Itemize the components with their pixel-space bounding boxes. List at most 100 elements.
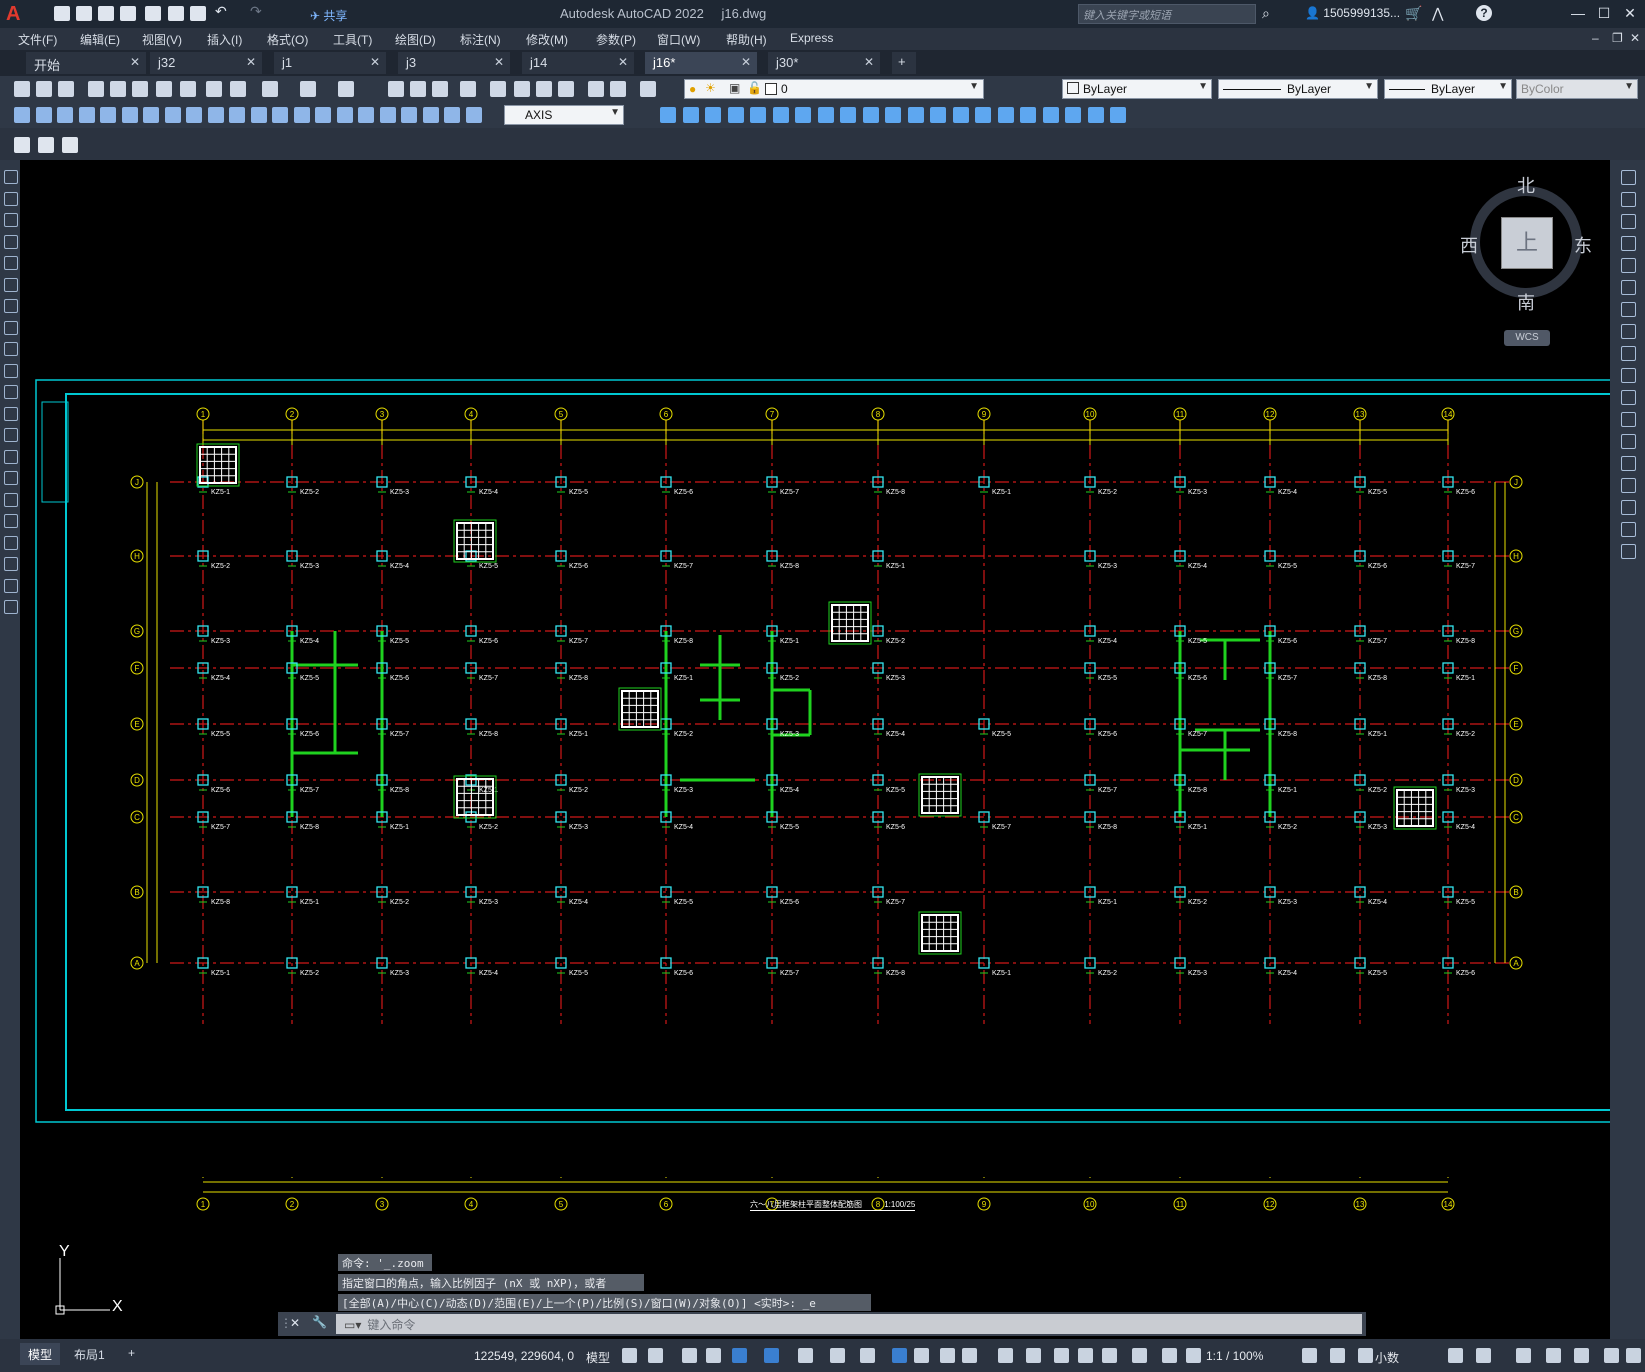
compass-south[interactable]: 南	[1517, 289, 1535, 315]
3d-osnap-icon[interactable]	[962, 1348, 977, 1363]
insert-block-icon[interactable]	[4, 406, 18, 421]
move-icon[interactable]	[660, 107, 676, 123]
radius-dim-icon[interactable]	[100, 107, 116, 123]
ungroup-icon[interactable]	[1065, 107, 1081, 123]
fillet-icon[interactable]	[975, 107, 991, 123]
zoom-window-icon[interactable]	[432, 81, 448, 97]
jogged-linear-icon[interactable]	[358, 107, 374, 123]
tab-j1[interactable]: j1 ✕	[274, 52, 386, 74]
baseline-dim-icon[interactable]	[207, 107, 224, 123]
tab-j3[interactable]: j3 ✕	[398, 52, 510, 74]
units-dropdown[interactable]: 小数	[1375, 1349, 1399, 1366]
lock-ui-icon[interactable]	[1358, 1348, 1373, 1363]
grid-icon[interactable]	[1574, 1348, 1589, 1363]
explode-icon[interactable]	[997, 107, 1014, 123]
mirror-icon[interactable]	[1621, 214, 1636, 229]
user-account[interactable]: 👤 1505999135...	[1305, 6, 1400, 20]
dim-style-icon[interactable]	[444, 107, 460, 123]
dim-space-icon[interactable]	[250, 107, 267, 123]
export-icon[interactable]	[168, 6, 184, 21]
blend-icon[interactable]	[1621, 522, 1636, 537]
isodraft-icon[interactable]	[798, 1348, 813, 1363]
doc-minimize-button[interactable]: –	[1592, 31, 1599, 45]
paste-icon[interactable]	[230, 81, 246, 97]
doc-restore-button[interactable]: ❐	[1612, 31, 1623, 45]
compass-north[interactable]: 北	[1517, 172, 1535, 198]
isolate-objects-icon[interactable]	[1448, 1348, 1463, 1363]
autocad-logo-icon[interactable]: A	[6, 3, 26, 25]
snap-icon[interactable]	[648, 1348, 663, 1363]
menu-file[interactable]: 文件(F)	[18, 31, 57, 48]
make-block-icon[interactable]	[4, 428, 18, 442]
minimize-button[interactable]: —	[1568, 4, 1588, 22]
design-center-icon[interactable]	[514, 81, 530, 97]
save-icon[interactable]	[58, 81, 74, 97]
save-as-icon[interactable]	[120, 6, 136, 21]
arc-icon[interactable]	[4, 277, 18, 292]
compass-east[interactable]: 东	[1574, 232, 1592, 258]
mirror-icon[interactable]	[750, 107, 766, 123]
redo-icon[interactable]: ↷	[250, 3, 266, 19]
block-icon[interactable]	[1087, 107, 1104, 123]
gizmo-icon[interactable]	[1054, 1348, 1069, 1363]
rotate-icon[interactable]	[727, 107, 744, 123]
model-space-toggle[interactable]: 模型	[586, 1349, 610, 1366]
3d-print-icon[interactable]	[156, 81, 172, 97]
coordinates-readout[interactable]: 122549, 229604, 0	[474, 1349, 574, 1363]
copy-object-icon[interactable]	[682, 107, 699, 123]
inspection-icon[interactable]	[336, 107, 353, 123]
close-tab-icon[interactable]: ✕	[741, 55, 751, 69]
share-button[interactable]: ✈ 共享	[310, 7, 347, 24]
object-snap-icon[interactable]	[860, 1348, 875, 1363]
preview-icon[interactable]	[110, 81, 126, 97]
undo-icon[interactable]	[300, 81, 316, 97]
import-icon[interactable]	[145, 6, 161, 21]
selection-cycling-icon[interactable]	[940, 1348, 955, 1363]
menu-help[interactable]: 帮助(H)	[726, 31, 767, 48]
dim-update-icon[interactable]	[422, 107, 439, 123]
dynamic-ucs-icon[interactable]	[998, 1348, 1013, 1363]
arc-length-icon[interactable]	[57, 107, 73, 123]
join-icon[interactable]	[1621, 456, 1636, 471]
break-icon[interactable]	[907, 107, 924, 123]
align-icon[interactable]	[1020, 107, 1036, 123]
menu-view[interactable]: 视图(V)	[142, 31, 182, 48]
quick-properties-icon[interactable]	[1330, 1348, 1345, 1363]
polyline-icon[interactable]	[4, 213, 18, 227]
copy-icon[interactable]	[206, 81, 222, 97]
auto-scale-icon[interactable]	[1102, 1348, 1117, 1363]
quick-dim-icon[interactable]	[186, 107, 202, 123]
region-icon[interactable]	[4, 514, 18, 528]
close-tab-icon[interactable]: ✕	[864, 55, 874, 69]
cart-icon[interactable]: 🛒	[1405, 5, 1422, 22]
menu-dimension[interactable]: 标注(N)	[460, 31, 501, 48]
close-tab-icon[interactable]: ✕	[130, 55, 140, 69]
point-icon[interactable]	[4, 449, 18, 464]
publish-icon[interactable]	[132, 81, 148, 97]
zoom-realtime-icon[interactable]	[410, 81, 426, 97]
menu-edit[interactable]: 编辑(E)	[80, 31, 120, 48]
layer-state-icon[interactable]	[38, 137, 54, 153]
zoom-previous-icon[interactable]	[460, 81, 476, 97]
customization-icon[interactable]	[1546, 1348, 1561, 1363]
dim-override-icon[interactable]	[465, 107, 482, 123]
match-properties-icon[interactable]	[262, 81, 278, 97]
tab-j16[interactable]: j16* ✕	[645, 52, 757, 74]
circle-icon[interactable]	[4, 299, 18, 313]
object-snap-tracking-icon[interactable]	[830, 1348, 845, 1363]
table-icon[interactable]	[4, 535, 18, 550]
properties-icon[interactable]	[490, 81, 506, 97]
sheet-set-icon[interactable]	[558, 81, 574, 97]
tab-start[interactable]: 开始 ✕	[26, 52, 146, 74]
search-input[interactable]: 键入关键字或短语	[1078, 4, 1256, 24]
annotation-visibility-icon[interactable]	[1078, 1348, 1093, 1363]
annotation-monitor-icon[interactable]	[1186, 1348, 1201, 1363]
spline-icon[interactable]	[4, 342, 18, 356]
offset-icon[interactable]	[817, 107, 834, 123]
chamfer-icon[interactable]	[952, 107, 969, 123]
drawing-canvas[interactable]: KZ5-1 KZ5-2 KZ5-3 KZ5-4 KZ5-5 KZ5-6 KZ5-7 KZ5-8…	[20, 160, 1610, 1339]
tool-palettes-icon[interactable]	[536, 81, 552, 97]
autodesk-a360-icon[interactable]: ⋀	[1432, 5, 1443, 22]
lineweight-icon[interactable]	[892, 1348, 907, 1363]
hatch-icon[interactable]	[4, 471, 18, 485]
